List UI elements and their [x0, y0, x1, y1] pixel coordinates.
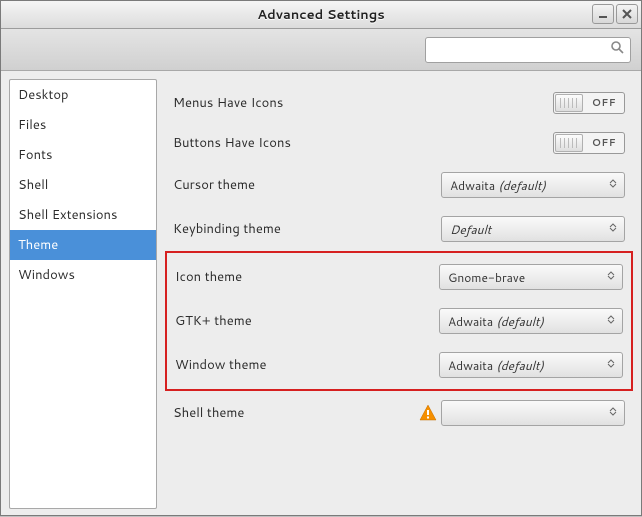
combo-value: Adwaita (default)	[448, 357, 606, 374]
gtk-theme-combo[interactable]: Adwaita (default)	[439, 308, 623, 334]
sidebar-item-label: Theme	[18, 236, 58, 254]
chevron-down-icon	[608, 178, 618, 192]
chevron-down-icon	[606, 270, 616, 284]
sidebar-item-shell[interactable]: Shell	[10, 170, 156, 200]
sidebar-item-label: Shell Extensions	[18, 206, 117, 224]
setting-label: Cursor theme	[173, 176, 441, 194]
titlebar: Advanced Settings	[1, 1, 641, 29]
row-buttons-have-icons: Buttons Have Icons OFF	[165, 123, 633, 163]
sidebar-item-fonts[interactable]: Fonts	[10, 140, 156, 170]
row-icon-theme: Icon theme Gnome-brave	[167, 255, 631, 299]
icon-theme-combo[interactable]: Gnome-brave	[439, 264, 623, 290]
close-button[interactable]	[616, 4, 638, 24]
toolbar	[1, 29, 641, 71]
sidebar-item-theme[interactable]: Theme	[10, 230, 156, 260]
sidebar-item-shell-extensions[interactable]: Shell Extensions	[10, 200, 156, 230]
combo-value: Default	[450, 221, 608, 238]
chevron-down-icon	[608, 222, 618, 236]
setting-label: Window theme	[175, 356, 439, 374]
row-keybinding-theme: Keybinding theme Default	[165, 207, 633, 251]
setting-label: Buttons Have Icons	[173, 134, 553, 152]
buttons-have-icons-switch[interactable]: OFF	[553, 132, 625, 154]
row-shell-theme: Shell theme	[165, 391, 633, 435]
warning-icon	[419, 404, 437, 422]
setting-label: Menus Have Icons	[173, 94, 553, 112]
row-cursor-theme: Cursor theme Adwaita (default)	[165, 163, 633, 207]
sidebar-item-windows[interactable]: Windows	[10, 260, 156, 290]
sidebar-item-label: Files	[18, 116, 46, 134]
row-window-theme: Window theme Adwaita (default)	[167, 343, 631, 387]
setting-label: Keybinding theme	[173, 220, 441, 238]
window-controls	[592, 4, 638, 24]
switch-state-text: OFF	[584, 96, 624, 110]
sidebar-item-label: Desktop	[18, 86, 69, 104]
sidebar-item-label: Fonts	[18, 146, 52, 164]
sidebar-item-desktop[interactable]: Desktop	[10, 80, 156, 110]
cursor-theme-combo[interactable]: Adwaita (default)	[441, 172, 625, 198]
minimize-button[interactable]	[592, 4, 614, 24]
switch-knob	[555, 134, 583, 152]
setting-label: GTK+ theme	[175, 312, 439, 330]
settings-window: Advanced Settings Desktop Files Fonts Sh…	[0, 0, 642, 516]
sidebar: Desktop Files Fonts Shell Shell Extensio…	[9, 79, 157, 509]
search-icon	[610, 40, 624, 59]
window-title: Advanced Settings	[257, 6, 384, 24]
keybinding-theme-combo[interactable]: Default	[441, 216, 625, 242]
setting-label: Shell theme	[173, 404, 419, 422]
search-field[interactable]	[425, 37, 631, 63]
chevron-down-icon	[608, 406, 618, 420]
sidebar-item-files[interactable]: Files	[10, 110, 156, 140]
search-input[interactable]	[432, 42, 610, 57]
content-pane: Menus Have Icons OFF Buttons Have Icons …	[165, 79, 633, 509]
chevron-down-icon	[606, 314, 616, 328]
row-menus-have-icons: Menus Have Icons OFF	[165, 83, 633, 123]
row-gtk-theme: GTK+ theme Adwaita (default)	[167, 299, 631, 343]
shell-theme-combo[interactable]	[441, 400, 625, 426]
switch-state-text: OFF	[584, 136, 624, 150]
highlight-box: Icon theme Gnome-brave GTK+ theme Adwait…	[165, 251, 633, 391]
menus-have-icons-switch[interactable]: OFF	[553, 92, 625, 114]
combo-value: Adwaita (default)	[448, 313, 606, 330]
switch-knob	[555, 94, 583, 112]
window-theme-combo[interactable]: Adwaita (default)	[439, 352, 623, 378]
chevron-down-icon	[606, 358, 616, 372]
combo-value: Gnome-brave	[448, 269, 606, 286]
window-body: Desktop Files Fonts Shell Shell Extensio…	[1, 71, 641, 517]
combo-value: Adwaita (default)	[450, 177, 608, 194]
sidebar-item-label: Windows	[18, 266, 75, 284]
setting-label: Icon theme	[175, 268, 439, 286]
sidebar-item-label: Shell	[18, 176, 48, 194]
